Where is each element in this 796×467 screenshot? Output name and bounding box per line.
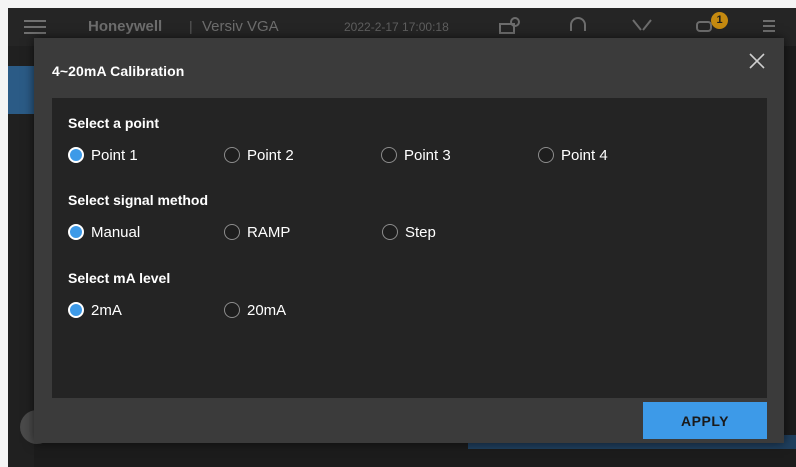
apply-button[interactable]: APPLY	[643, 402, 767, 439]
calibration-dialog: 4~20mA Calibration Select a point Point …	[34, 38, 784, 443]
side-nav-active-item[interactable]	[8, 66, 34, 114]
radio-label: Point 1	[91, 146, 138, 164]
radio-point-3[interactable]: Point 3	[381, 145, 451, 165]
radio-unchecked-icon	[224, 224, 240, 240]
brand-logo: Honeywell	[88, 18, 163, 35]
radio-checked-icon	[68, 147, 84, 163]
radio-2ma[interactable]: 2mA	[68, 300, 122, 320]
menu-icon[interactable]	[24, 20, 46, 34]
app-background: Honeywell | Versiv VGA 2022-2-17 17:00:1…	[8, 8, 796, 467]
radio-label: RAMP	[247, 223, 291, 241]
radio-point-2[interactable]: Point 2	[224, 145, 294, 165]
select-ma-level-label: Select mA level	[68, 270, 171, 286]
product-name: Versiv VGA	[202, 18, 279, 35]
radio-label: Step	[405, 223, 436, 241]
radio-checked-icon	[68, 224, 84, 240]
radio-20ma[interactable]: 20mA	[224, 300, 286, 320]
radio-point-1[interactable]: Point 1	[68, 145, 138, 165]
radio-unchecked-icon	[382, 224, 398, 240]
radio-label: Point 2	[247, 146, 294, 164]
select-point-label: Select a point	[68, 115, 160, 131]
radio-checked-icon	[68, 302, 84, 318]
radio-unchecked-icon	[224, 302, 240, 318]
notification-badge: 1	[711, 12, 728, 29]
header-datetime: 2022-2-17 17:00:18	[344, 20, 449, 34]
radio-step[interactable]: Step	[382, 222, 436, 242]
list-settings-icon[interactable]	[760, 16, 784, 36]
radio-label: 2mA	[91, 301, 122, 319]
radio-point-4[interactable]: Point 4	[538, 145, 608, 165]
device-status-icon[interactable]	[498, 16, 522, 36]
dialog-content: Select a point Point 1 Point 2 Point 3 P…	[52, 98, 767, 398]
close-icon[interactable]	[746, 50, 768, 72]
radio-label: Point 3	[404, 146, 451, 164]
radio-label: Manual	[91, 223, 141, 241]
radio-unchecked-icon	[224, 147, 240, 163]
header-separator: |	[189, 18, 193, 34]
radio-ramp[interactable]: RAMP	[224, 222, 290, 242]
radio-manual[interactable]: Manual	[68, 222, 140, 242]
radio-unchecked-icon	[381, 147, 397, 163]
dialog-title: 4~20mA Calibration	[52, 63, 185, 79]
select-signal-method-label: Select signal method	[68, 192, 209, 208]
tools-icon[interactable]	[630, 16, 654, 36]
side-navigation	[8, 46, 34, 467]
radio-label: Point 4	[561, 146, 608, 164]
radio-unchecked-icon	[538, 147, 554, 163]
radio-label: 20mA	[247, 301, 287, 319]
bell-icon[interactable]	[566, 16, 590, 36]
